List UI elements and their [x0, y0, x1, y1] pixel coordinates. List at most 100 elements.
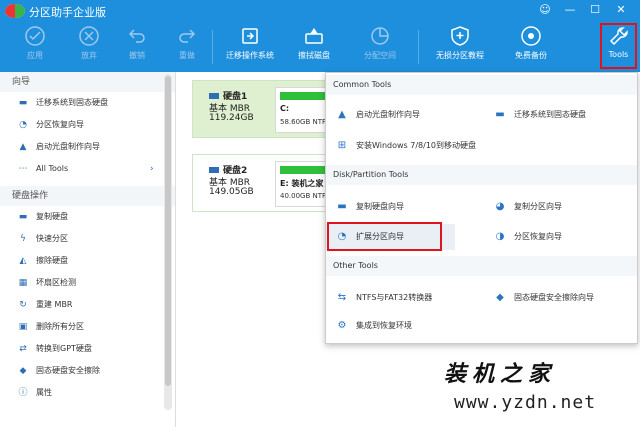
copy-disk-icon: ▬	[18, 212, 28, 222]
recovery-env-icon: ⚙	[337, 320, 347, 331]
apply-icon	[25, 26, 45, 46]
partition-info: 58.60GB NTF	[280, 118, 327, 126]
wipe-disk-label: 擦拭磁盘	[298, 51, 330, 60]
migrate-ssd-icon: ▬	[495, 109, 505, 120]
menu-item-ssd-secure-erase[interactable]: ◆ 固态硬盘安全擦除向导	[484, 285, 637, 311]
menu-item-ntfs-fat32[interactable]: ⇆ NTFS与FAT32转换器	[326, 285, 481, 311]
free-backup-button[interactable]: 免费备份	[506, 25, 556, 69]
menu-item-label: 固态硬盘安全擦除向导	[514, 293, 594, 302]
menu-item-label: 复制分区向导	[514, 202, 562, 211]
sidebar-item-migrate-ssd[interactable]: ▬ 迁移系统到固态硬盘	[0, 92, 175, 114]
sidebar-item-delete-partitions[interactable]: ▣ 删除所有分区	[0, 316, 175, 338]
undo-button[interactable]: 撤销	[120, 25, 154, 69]
discard-icon	[79, 26, 99, 46]
partition-tutorial-button[interactable]: 无损分区教程	[428, 25, 492, 69]
apply-label: 应用	[27, 51, 43, 60]
sidebar-item-label: 删除所有分区	[36, 322, 84, 331]
sidebar-item-all-tools[interactable]: ⋯ All Tools ›	[0, 158, 175, 180]
all-tools-icon: ⋯	[18, 164, 28, 174]
watermark-url: www.yzdn.net	[454, 392, 597, 413]
menu-item-copy-partition[interactable]: ◕ 复制分区向导	[484, 194, 637, 220]
partition-name: C:	[280, 104, 290, 113]
sidebar-item-rebuild-mbr[interactable]: ↻ 重建 MBR	[0, 294, 175, 316]
sidebar-item-label: 固态硬盘安全擦除	[36, 366, 100, 375]
allocate-space-icon	[371, 27, 389, 45]
sidebar-item-label: 擦除硬盘	[36, 256, 68, 265]
tools-section-disk: Disk/Partition Tools	[326, 165, 637, 185]
sidebar-item-ssd-secure-erase[interactable]: ◆ 固态硬盘安全擦除	[0, 360, 175, 382]
partition-recovery-icon: ◔	[19, 120, 27, 130]
tools-button-highlight	[600, 23, 637, 69]
menu-item-label: 启动光盘制作向导	[356, 110, 420, 119]
quick-partition-icon: ϟ	[20, 234, 26, 244]
sidebar-item-erase-disk[interactable]: ◭ 擦除硬盘	[0, 250, 175, 272]
allocate-space-button[interactable]: 分配空间	[358, 25, 402, 69]
migrate-os-button[interactable]: 迁移操作系统	[218, 25, 282, 69]
copy-partition-icon: ◕	[495, 201, 505, 212]
bootable-disc-icon: ▲	[338, 109, 346, 120]
migrate-ssd-icon: ▬	[18, 98, 28, 108]
sidebar-item-quick-partition[interactable]: ϟ 快速分区	[0, 228, 175, 250]
menu-item-label: 集成到恢复环境	[356, 321, 412, 330]
sidebar-item-label: 快速分区	[36, 234, 68, 243]
disk-size: 149.05GB	[209, 187, 254, 197]
sidebar-item-convert-gpt[interactable]: ⇄ 转换到GPT硬盘	[0, 338, 175, 360]
maximize-button[interactable]: ☐	[587, 2, 603, 18]
sidebar: 向导 ▬ 迁移系统到固态硬盘 ◔ 分区恢复向导 ▲ 启动光盘制作向导 ⋯ All…	[0, 72, 176, 427]
apply-button[interactable]: 应用	[18, 25, 52, 69]
sidebar-item-label: 复制硬盘	[36, 212, 68, 221]
discard-label: 放弃	[81, 51, 97, 60]
close-button[interactable]: ✕	[613, 2, 629, 18]
sidebar-item-bad-sector[interactable]: ▦ 坏扇区检测	[0, 272, 175, 294]
partition-recovery-icon: ◑	[495, 231, 505, 242]
sidebar-item-label: 属性	[36, 388, 52, 397]
partition-tutorial-label: 无损分区教程	[436, 51, 484, 60]
sidebar-item-label: All Tools	[36, 164, 69, 173]
allocate-space-label: 分配空间	[364, 51, 396, 60]
menu-item-copy-disk[interactable]: ▬ 复制硬盘向导	[326, 194, 481, 220]
sidebar-item-copy-disk[interactable]: ▬ 复制硬盘	[0, 206, 175, 228]
menu-item-install-windows[interactable]: ⊞ 安装Windows 7/8/10到移动硬盘	[326, 133, 637, 159]
bad-sector-icon: ▦	[18, 278, 28, 288]
menu-item-recovery-env[interactable]: ⚙ 集成到恢复环境	[326, 313, 481, 339]
sidebar-scrollbar-thumb[interactable]	[165, 76, 171, 386]
redo-button[interactable]: 重做	[170, 25, 204, 69]
sidebar-section-disk: 硬盘操作	[0, 186, 175, 206]
undo-icon	[128, 29, 145, 43]
sidebar-item-partition-recovery[interactable]: ◔ 分区恢复向导	[0, 114, 175, 136]
watermark-title: 装机之家	[444, 361, 557, 387]
sidebar-item-label: 迁移系统到固态硬盘	[36, 98, 108, 107]
copy-disk-icon: ▬	[337, 201, 347, 212]
migrate-os-label: 迁移操作系统	[226, 51, 274, 60]
title-bar: 分区助手企业版 ☺ — ☐ ✕	[0, 0, 640, 22]
sidebar-item-bootable-disc[interactable]: ▲ 启动光盘制作向导	[0, 136, 175, 158]
undo-label: 撤销	[129, 51, 145, 60]
menu-item-bootable-disc[interactable]: ▲ 启动光盘制作向导	[326, 102, 481, 128]
feedback-icon[interactable]: ☺	[537, 2, 553, 18]
hard-disk-icon	[209, 167, 219, 173]
partition-name: E: 装机之家	[280, 179, 324, 188]
discard-button[interactable]: 放弃	[72, 25, 106, 69]
menu-item-partition-recovery[interactable]: ◑ 分区恢复向导	[484, 224, 637, 250]
ssd-secure-erase-icon: ◆	[19, 366, 27, 376]
delete-partitions-icon: ▣	[18, 322, 28, 332]
window-title: 分区助手企业版	[29, 6, 106, 19]
tools-dropdown-menu: Common Tools ▲ 启动光盘制作向导 ▬ 迁移系统到固态硬盘 ⊞ 安装…	[325, 72, 638, 344]
wipe-disk-button[interactable]: 擦拭磁盘	[292, 25, 336, 69]
hard-disk-icon	[209, 93, 219, 99]
menu-item-label: 安装Windows 7/8/10到移动硬盘	[356, 141, 477, 150]
convert-gpt-icon: ⇄	[19, 344, 27, 354]
tools-section-other: Other Tools	[326, 256, 637, 276]
minimize-button[interactable]: —	[562, 2, 578, 18]
redo-icon	[179, 29, 196, 43]
menu-item-label: 复制硬盘向导	[356, 202, 404, 211]
sidebar-item-label: 启动光盘制作向导	[36, 142, 100, 151]
sidebar-item-properties[interactable]: ⓘ 属性	[0, 382, 175, 404]
app-header: 分区助手企业版 ☺ — ☐ ✕ 应用 放弃 撤销 重做 迁移操作系统 擦拭磁盘 …	[0, 0, 640, 72]
app-logo-icon	[5, 4, 25, 18]
convert-fs-icon: ⇆	[337, 292, 347, 303]
toolbar-divider	[418, 30, 419, 64]
tools-section-common: Common Tools	[326, 75, 637, 95]
erase-disk-icon: ◭	[19, 256, 27, 266]
menu-item-migrate-ssd[interactable]: ▬ 迁移系统到固态硬盘	[484, 102, 637, 128]
